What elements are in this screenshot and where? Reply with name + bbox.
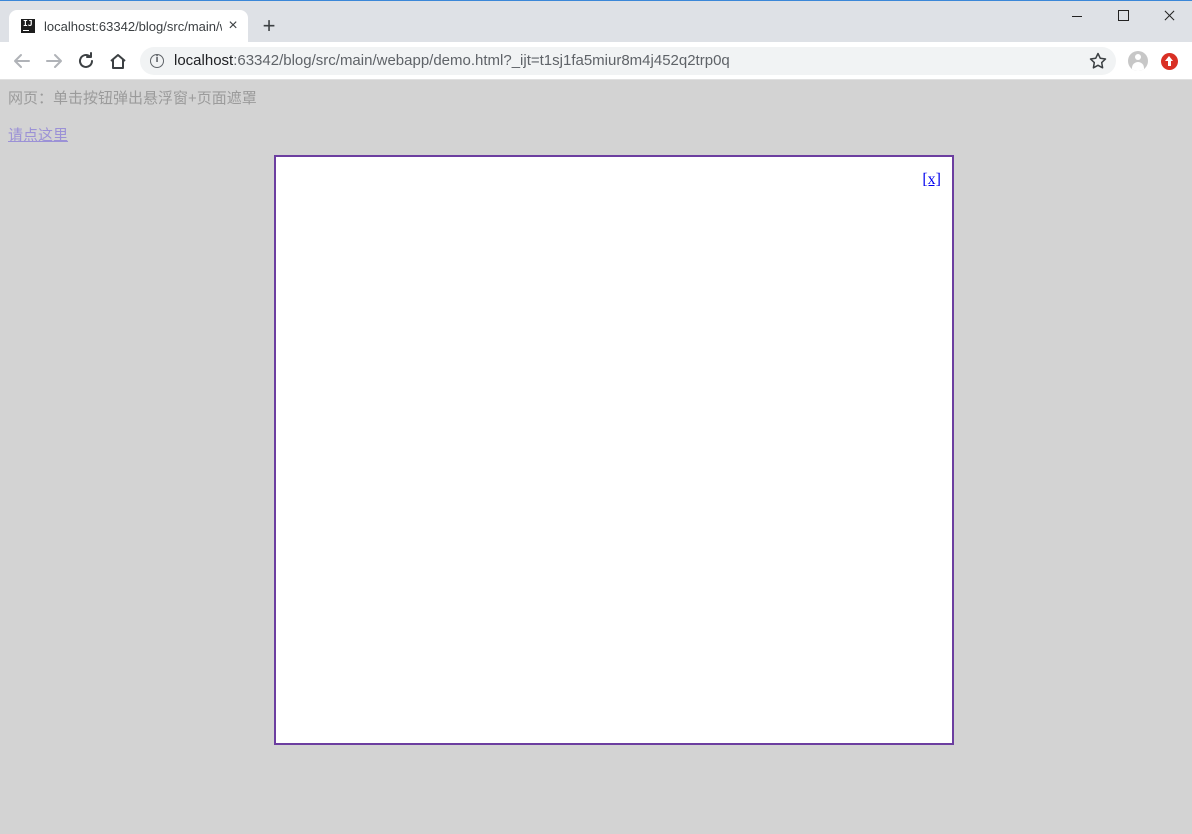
- browser-toolbar: i localhost:63342/blog/src/main/webapp/d…: [0, 42, 1192, 80]
- arrow-right-icon: [46, 54, 62, 68]
- home-icon: [110, 54, 126, 69]
- window-close-button[interactable]: [1146, 5, 1192, 29]
- forward-button[interactable]: [42, 49, 66, 73]
- open-popup-link[interactable]: 请点这里: [8, 127, 68, 145]
- home-button[interactable]: [106, 49, 130, 73]
- reload-icon: [79, 52, 93, 68]
- intellij-favicon-icon: IJ: [21, 19, 35, 33]
- update-extension-icon[interactable]: [1161, 53, 1178, 70]
- address-bar[interactable]: i localhost:63342/blog/src/main/webapp/d…: [140, 47, 1116, 75]
- url-text[interactable]: localhost:63342/blog/src/main/webapp/dem…: [174, 53, 730, 69]
- new-tab-button[interactable]: +: [258, 15, 280, 37]
- window-minimize-button[interactable]: [1054, 5, 1100, 29]
- page-heading: 网页：单击按钮弹出悬浮窗+页面遮罩: [8, 90, 257, 107]
- url-path: :63342/blog/src/main/webapp/demo.html?_i…: [233, 52, 730, 69]
- tab-title: localhost:63342/blog/src/main/webapp/dem…: [44, 19, 222, 34]
- reload-button[interactable]: [74, 49, 98, 73]
- popup-close-link[interactable]: [x]: [922, 171, 941, 189]
- back-button[interactable]: [10, 49, 34, 73]
- window-maximize-button[interactable]: [1100, 5, 1146, 29]
- url-host: localhost: [174, 52, 234, 69]
- info-icon[interactable]: i: [150, 54, 164, 68]
- floating-popup-window: [x]: [274, 155, 954, 745]
- profile-avatar-icon[interactable]: [1128, 51, 1148, 71]
- bookmark-star-icon[interactable]: [1088, 51, 1108, 71]
- arrow-left-icon: [14, 54, 30, 68]
- tab-close-icon[interactable]: ×: [223, 16, 243, 36]
- browser-titlebar: IJ localhost:63342/blog/src/main/webapp/…: [0, 0, 1192, 43]
- browser-tab[interactable]: IJ localhost:63342/blog/src/main/webapp/…: [9, 10, 248, 43]
